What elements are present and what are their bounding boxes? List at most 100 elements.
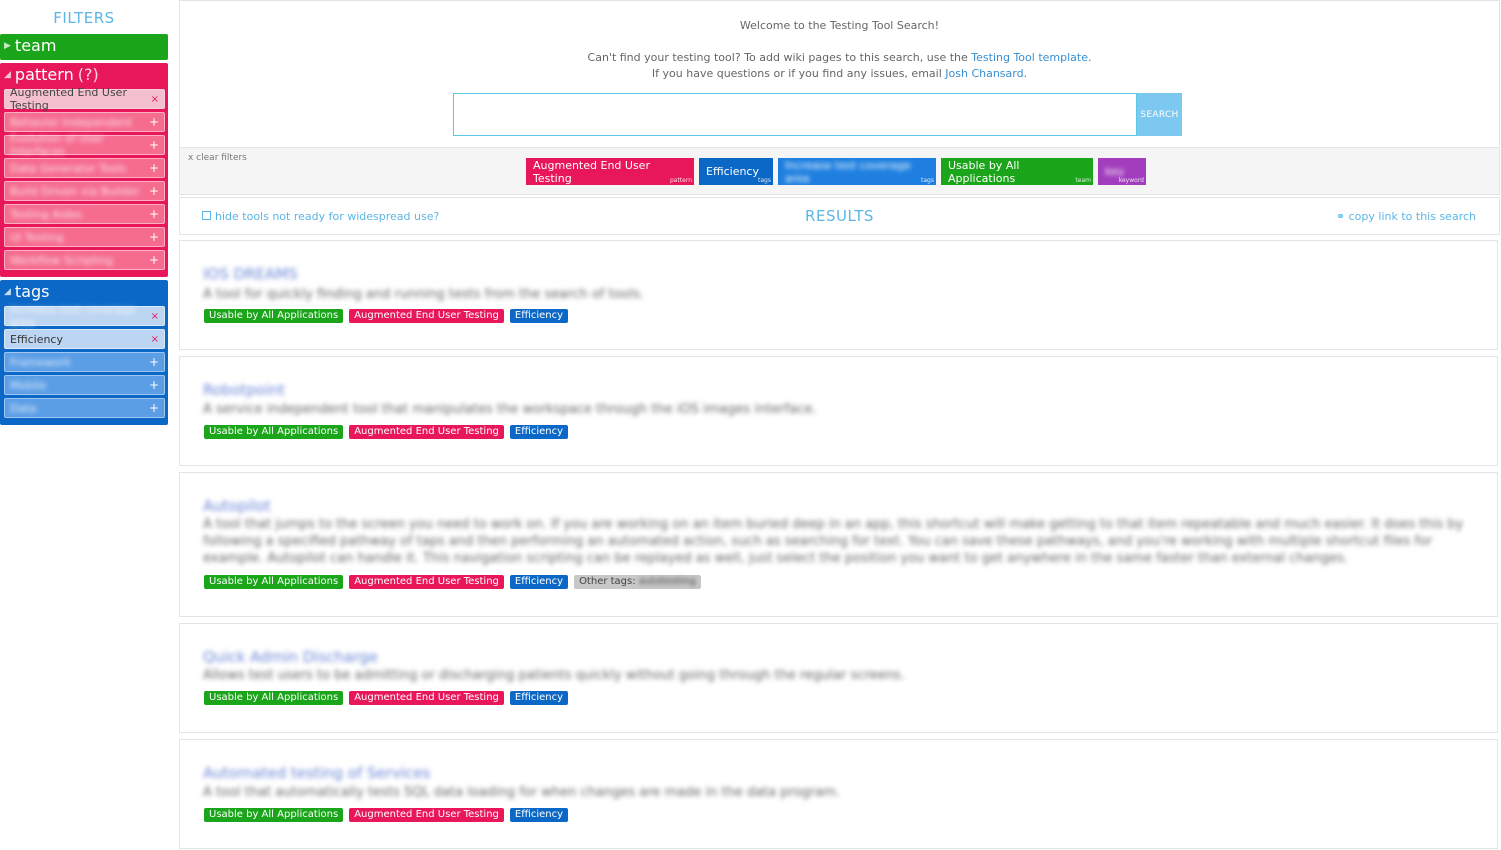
pattern-filter-item[interactable]: Behavior Independent + [4, 112, 165, 132]
search-button[interactable]: SEARCH [1137, 93, 1182, 136]
result-badges: Usable by All Applications Augmented End … [204, 575, 701, 589]
pattern-filter-item[interactable]: Workflow Scripting + [4, 250, 165, 270]
tags-filter-item[interactable]: Mobile + [4, 375, 165, 395]
result-badges: Usable by All Applications Augmented End … [204, 808, 569, 822]
plus-icon[interactable]: + [149, 184, 159, 198]
pattern-filter-label: Behavior Independent [10, 115, 133, 129]
result-badge[interactable]: Efficiency [509, 575, 569, 589]
result-badges: Usable by All Applications Augmented End … [204, 425, 569, 439]
remove-icon[interactable]: × [151, 94, 159, 105]
search-input[interactable] [453, 93, 1137, 136]
pattern-filter-label: Testing Aides [10, 207, 83, 221]
result-card: Autopilot A tool that jumps to the screen… [179, 472, 1498, 617]
tags-filter-item[interactable]: Framework + [4, 352, 165, 372]
result-badge[interactable]: Augmented End User Testing [349, 425, 504, 439]
result-title-link[interactable]: Automated testing of Services [203, 764, 430, 782]
tags-filter-item[interactable]: Increase test coverage area × [4, 303, 165, 329]
copy-link-button[interactable]: ⚭ copy link to this search [1336, 210, 1476, 223]
template-link[interactable]: Testing Tool template [971, 51, 1088, 64]
pattern-filter-item[interactable]: UI Testing + [4, 227, 165, 247]
results-bar: hide tools not ready for widespread use?… [179, 197, 1500, 235]
collapse-arrow-icon: ◢ [4, 287, 11, 297]
team-label: team [14, 36, 57, 55]
team-header[interactable]: ▶ team [0, 34, 168, 58]
expand-arrow-icon: ▶ [4, 41, 11, 51]
plus-icon[interactable]: + [149, 253, 159, 267]
plus-icon[interactable]: + [149, 115, 159, 129]
result-badge[interactable]: Efficiency [509, 309, 569, 323]
copy-link-label: copy link to this search [1348, 210, 1476, 223]
tags-header[interactable]: ◢ tags [0, 280, 168, 304]
result-badge[interactable]: Augmented End User Testing [349, 575, 504, 589]
welcome-contact-text: If you have questions or if you find any… [180, 67, 1499, 80]
chip-type: tags [921, 177, 934, 184]
pattern-filter-item[interactable]: Evolution of User Interfaces + [4, 132, 165, 158]
chip-type: tags [758, 177, 771, 184]
result-badge[interactable]: Usable by All Applications [204, 309, 344, 323]
chip-type: keyword [1118, 177, 1144, 184]
result-title-link[interactable]: Quick Admin Discharge [203, 648, 378, 666]
plus-icon[interactable]: + [149, 378, 159, 392]
team-panel: ▶ team [0, 34, 168, 60]
pattern-filter-item[interactable]: Data Generator Tools + [4, 158, 165, 178]
result-badge[interactable]: Augmented End User Testing [349, 808, 504, 822]
plus-icon[interactable]: + [149, 355, 159, 369]
result-badge[interactable]: Efficiency [509, 425, 569, 439]
result-title-link[interactable]: Robotpoint [203, 381, 285, 399]
welcome-add-suffix: . [1087, 51, 1092, 64]
pattern-filter-item[interactable]: Build Driven via Builder + [4, 181, 165, 201]
active-filter-chip[interactable]: key keyword [1098, 158, 1146, 185]
result-title-link[interactable]: IOS DREAMS [203, 265, 298, 283]
active-filter-chip[interactable]: Increase test coverage area tags [778, 158, 936, 185]
filters-sidebar: FILTERS ▶ team ◢ pattern (?) Augmented E… [0, 0, 168, 428]
tags-items: Increase test coverage area × Efficiency × F… [0, 303, 168, 425]
active-filter-chip[interactable]: Efficiency tags [699, 158, 773, 185]
pattern-help-link[interactable]: (?) [78, 64, 99, 86]
pattern-header[interactable]: ◢ pattern (?) [0, 63, 168, 87]
result-description: A service independent tool that manipula… [203, 402, 817, 417]
result-badge[interactable]: Efficiency [509, 691, 569, 705]
result-description: Allows test users to be admitting or dis… [203, 668, 905, 683]
result-card: Quick Admin Discharge Allows test users t… [179, 623, 1498, 733]
chip-label: Usable by All Applications [948, 158, 1020, 185]
clear-filters-link[interactable]: x clear filters [188, 153, 247, 163]
result-badge[interactable]: Usable by All Applications [204, 575, 344, 589]
active-filter-chip[interactable]: Usable by All Applications team [941, 158, 1093, 185]
remove-icon[interactable]: × [151, 334, 159, 345]
result-badge[interactable]: Augmented End User Testing [349, 309, 504, 323]
other-tags-label: Other tags: [579, 576, 636, 587]
result-badge[interactable]: Usable by All Applications [204, 425, 344, 439]
result-badge[interactable]: Usable by All Applications [204, 691, 344, 705]
result-badge[interactable]: Efficiency [509, 808, 569, 822]
result-description: A tool that jumps to the screen you need… [203, 517, 1464, 566]
tags-filter-label: Data [10, 401, 37, 415]
tags-filter-item[interactable]: Efficiency × [4, 329, 165, 349]
remove-icon[interactable]: × [151, 311, 159, 322]
result-badge[interactable]: Usable by All Applications [204, 808, 344, 822]
pattern-filter-label: Build Driven via Builder [10, 184, 140, 198]
active-filter-chip[interactable]: Augmented End User Testing pattern [526, 158, 694, 185]
result-title-link[interactable]: Autopilot [203, 497, 271, 515]
chip-label: Efficiency [706, 165, 759, 178]
plus-icon[interactable]: + [149, 138, 159, 152]
plus-icon[interactable]: + [149, 161, 159, 175]
pattern-filter-item[interactable]: Augmented End User Testing × [4, 86, 165, 112]
plus-icon[interactable]: + [149, 230, 159, 244]
other-tags-value: autotesting [638, 576, 696, 587]
tags-filter-label: Framework [10, 355, 71, 369]
welcome-contact-prefix: If you have questions or if you find any… [651, 67, 946, 80]
link-icon: ⚭ [1335, 210, 1346, 223]
chip-label: Augmented End User Testing [533, 158, 650, 185]
plus-icon[interactable]: + [149, 207, 159, 221]
tags-filter-item[interactable]: Data + [4, 398, 165, 418]
result-badges: Usable by All Applications Augmented End … [204, 309, 569, 323]
pattern-filter-item[interactable]: Testing Aides + [4, 204, 165, 224]
other-tags-badge: Other tags: autotesting [574, 575, 701, 589]
pattern-label: pattern [14, 65, 74, 84]
active-filter-chips: Augmented End User Testing pattern Efficie… [526, 158, 1146, 185]
pattern-panel: ◢ pattern (?) Augmented End User Testing… [0, 63, 168, 277]
result-badge[interactable]: Augmented End User Testing [349, 691, 504, 705]
tags-label: tags [14, 282, 50, 301]
contact-email-link[interactable]: Josh Chansard [945, 67, 1023, 80]
plus-icon[interactable]: + [149, 401, 159, 415]
